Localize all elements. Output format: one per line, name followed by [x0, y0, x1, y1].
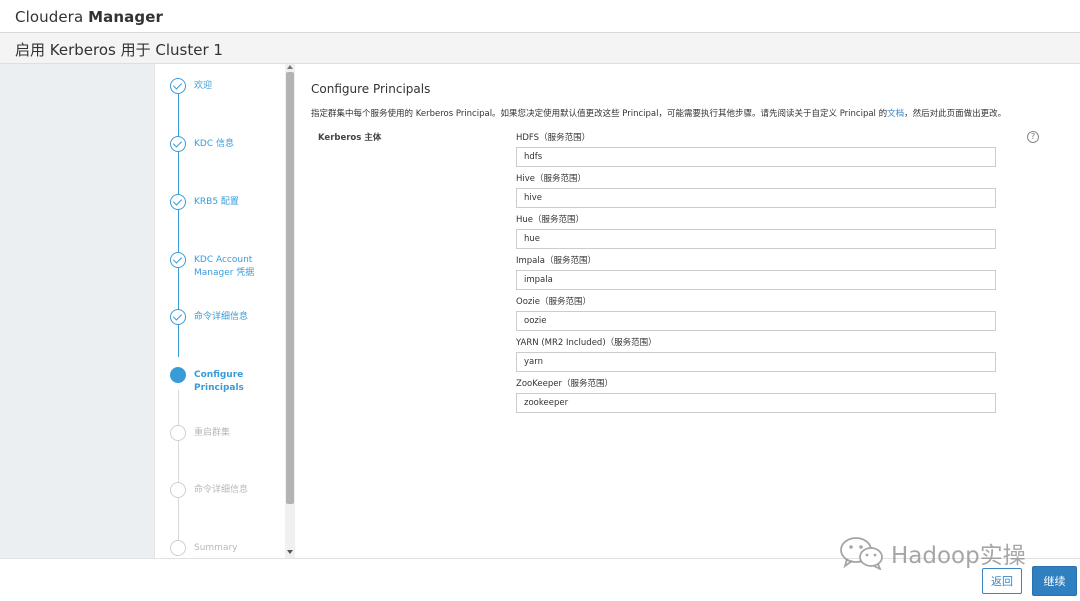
wizard-step-label: KDC Account Manager 凭据 — [194, 255, 255, 278]
wizard-step-label: 重启群集 — [194, 428, 231, 438]
impala-principal-label: Impala（服务范围） — [516, 256, 596, 266]
main-content: Configure Principals 指定群集中每个服务使用的 Kerber… — [296, 64, 1080, 558]
hdfs-principal-input[interactable] — [516, 147, 996, 167]
section-title: Configure Principals — [311, 82, 431, 96]
check-circle-icon — [170, 309, 186, 325]
help-icon[interactable]: ? — [1027, 131, 1039, 143]
hue-principal-input[interactable] — [516, 229, 996, 249]
wizard-steps-panel: 欢迎 KDC 信息 KRB5 配置 KDC Account Manager 凭据… — [154, 64, 285, 558]
check-circle-icon — [170, 194, 186, 210]
scrollbar-thumb[interactable] — [286, 72, 294, 504]
intro-text: 指定群集中每个服务使用的 Kerberos Principal。如果您决定使用默… — [311, 107, 1006, 119]
impala-principal-input[interactable] — [516, 270, 996, 290]
intro-text-before: 指定群集中每个服务使用的 Kerberos Principal。如果您决定使用默… — [311, 109, 888, 119]
wizard-step-label: Summary — [194, 543, 238, 553]
app-brand[interactable]: Cloudera Manager — [15, 8, 163, 26]
yarn-principal-label: YARN (MR2 Included)（服务范围） — [516, 338, 657, 348]
check-circle-icon — [170, 252, 186, 268]
wizard-step-label: KDC 信息 — [194, 139, 234, 149]
watermark-text: Hadoop实操 — [891, 543, 1026, 569]
watermark: Hadoop实操 — [838, 532, 1050, 574]
kerberos-principal-row-label: Kerberos 主体 — [318, 133, 382, 143]
top-navbar: Cloudera Manager — [0, 0, 1080, 33]
page-title-bar: 启用 Kerberos 用于 Cluster 1 — [0, 33, 1080, 64]
hdfs-principal-label: HDFS（服务范围） — [516, 133, 591, 143]
hive-principal-label: Hive（服务范围） — [516, 174, 587, 184]
zookeeper-principal-label: ZooKeeper（服务范围） — [516, 379, 613, 389]
oozie-principal-input[interactable] — [516, 311, 996, 331]
hue-principal-label: Hue（服务范围） — [516, 215, 585, 225]
scroll-down-arrow-icon[interactable] — [287, 550, 293, 554]
zookeeper-principal-input[interactable] — [516, 393, 996, 413]
empty-circle-icon — [170, 482, 186, 498]
check-circle-icon — [170, 78, 186, 94]
documentation-link[interactable]: 文档 — [887, 109, 904, 119]
wechat-logo-icon — [840, 537, 883, 570]
left-gutter — [0, 64, 154, 558]
wizard-scrollbar[interactable] — [285, 64, 295, 558]
brand-bold-text: Manager — [88, 8, 163, 26]
hive-principal-input[interactable] — [516, 188, 996, 208]
check-circle-icon — [170, 136, 186, 152]
wizard-progress-line-pending — [178, 390, 179, 550]
brand-light-text: Cloudera — [15, 8, 89, 26]
page-title: 启用 Kerberos 用于 Cluster 1 — [15, 41, 223, 59]
wizard-step-label: 欢迎 — [194, 81, 213, 91]
empty-circle-icon — [170, 425, 186, 441]
intro-text-after: ，然后对此页面做出更改。 — [904, 109, 1007, 119]
wizard-step-label: 命令详细信息 — [194, 312, 249, 322]
yarn-principal-input[interactable] — [516, 352, 996, 372]
wizard-step-label: 命令详细信息 — [194, 485, 249, 495]
oozie-principal-label: Oozie（服务范围） — [516, 297, 591, 307]
scroll-up-arrow-icon[interactable] — [287, 65, 293, 69]
empty-circle-icon — [170, 540, 186, 556]
wizard-step-label: KRB5 配置 — [194, 197, 239, 207]
current-step-dot-icon — [170, 367, 186, 383]
wizard-step-label: Configure Principals — [194, 370, 244, 393]
